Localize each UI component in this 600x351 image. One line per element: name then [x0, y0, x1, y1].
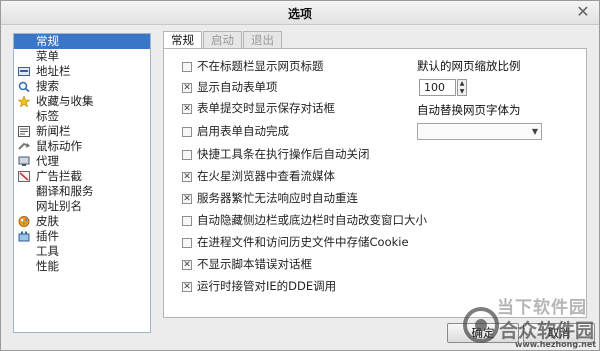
watermark: 当下软件园 合众软件园 www.hezhong.net [463, 293, 599, 351]
sidebar-item-plugins[interactable]: 插件 [14, 229, 150, 244]
sidebar-item-label: 标签 [36, 109, 59, 123]
checkbox[interactable]: ✕ [182, 194, 192, 204]
options-dialog: 选项 ✕ 常规 菜单 地址栏 搜索 收藏与收集 标签 新闻栏 鼠标动作 代理 广… [0, 0, 600, 351]
checkbox[interactable] [182, 62, 192, 72]
checkbox[interactable] [182, 216, 192, 226]
sidebar-item-label: 插件 [36, 229, 59, 243]
option-label: 运行时接管对IE的DDE调用 [197, 279, 337, 293]
sidebar-item-proxy[interactable]: 代理 [14, 154, 150, 169]
proxy-icon [18, 156, 30, 167]
checkbox[interactable]: ✕ [182, 172, 192, 182]
sidebar-item-label: 地址栏 [36, 64, 71, 78]
option-label: 不在标题栏显示网页标题 [197, 59, 324, 73]
option-hide-page-title[interactable]: 不在标题栏显示网页标题 [182, 59, 324, 74]
sidebar-item-label: 搜索 [36, 79, 59, 93]
category-list: 常规 菜单 地址栏 搜索 收藏与收集 标签 新闻栏 鼠标动作 代理 广告拦截 翻… [13, 33, 151, 333]
sidebar-item-label: 网址别名 [36, 199, 82, 213]
sidebar-item-addressbar[interactable]: 地址栏 [14, 64, 150, 79]
font-replace-label: 自动替换网页字体为 [417, 103, 521, 117]
checkbox[interactable] [182, 238, 192, 248]
option-label: 在火星浏览器中查看流媒体 [197, 169, 335, 183]
plugin-icon [18, 231, 30, 242]
checkbox[interactable] [182, 150, 192, 160]
sidebar-item-label: 常规 [36, 34, 59, 48]
sidebar-item-menu[interactable]: 菜单 [14, 49, 150, 64]
option-label: 显示自动表单项 [197, 80, 278, 94]
sidebar-item-mouse[interactable]: 鼠标动作 [14, 139, 150, 154]
sidebar-item-skin[interactable]: 皮肤 [14, 214, 150, 229]
sidebar-item-label: 鼠标动作 [36, 139, 82, 153]
sidebar-item-label: 收藏与收集 [36, 94, 94, 108]
option-label: 表单提交时显示保存对话框 [197, 101, 335, 115]
option-auto-resize-window[interactable]: 自动隐藏侧边栏或底边栏时自动改变窗口大小 [182, 213, 427, 228]
zoom-input[interactable]: 100 [419, 79, 456, 96]
sidebar-item-label: 新闻栏 [36, 124, 71, 138]
sidebar-item-tabs[interactable]: 标签 [14, 109, 150, 124]
sidebar-item-label: 工具 [36, 244, 59, 258]
option-store-cookie[interactable]: 在进程文件和访问历史文件中存储Cookie [182, 235, 409, 250]
sidebar-item-label: 性能 [36, 259, 59, 273]
sidebar-item-label: 广告拦截 [36, 169, 82, 183]
title-bar: 选项 ✕ [1, 1, 599, 25]
option-auto-reconnect[interactable]: ✕ 服务器繁忙无法响应时自动重连 [182, 191, 358, 206]
watermark-text: 合众软件园 [499, 320, 595, 342]
option-show-autoform[interactable]: ✕ 显示自动表单项 [182, 80, 278, 95]
option-label: 不显示脚本错误对话框 [197, 257, 312, 271]
close-icon[interactable]: ✕ [575, 4, 591, 20]
option-toolbar-autoclose[interactable]: 快捷工具条在执行操作后自动关闭 [182, 147, 370, 162]
option-label: 在进程文件和访问历史文件中存储Cookie [197, 235, 409, 249]
tab-exit[interactable]: 退出 [243, 31, 282, 48]
spin-down-icon[interactable]: ▼ [458, 88, 466, 95]
option-label: 快捷工具条在执行操作后自动关闭 [197, 147, 370, 161]
sidebar-item-label: 代理 [36, 154, 59, 168]
tab-general[interactable]: 常规 [163, 31, 202, 49]
dialog-title: 选项 [287, 7, 312, 21]
sidebar-item-performance[interactable]: 性能 [14, 259, 150, 274]
checkbox[interactable]: ✕ [182, 104, 192, 114]
option-save-dialog[interactable]: ✕ 表单提交时显示保存对话框 [182, 101, 335, 116]
sidebar-item-url-alias[interactable]: 网址别名 [14, 199, 150, 214]
option-autocomplete[interactable]: 启用表单自动完成 [182, 124, 289, 139]
news-icon [18, 126, 30, 137]
watermark-text: 当下软件园 [497, 298, 587, 318]
star-icon [18, 96, 30, 107]
sidebar-item-general[interactable]: 常规 [14, 34, 150, 49]
spin-up-icon[interactable]: ▲ [458, 80, 466, 87]
chevron-down-icon: ▼ [531, 127, 538, 136]
sidebar-item-tools[interactable]: 工具 [14, 244, 150, 259]
checkbox[interactable]: ✕ [182, 260, 192, 270]
sidebar-item-translate[interactable]: 翻译和服务 [14, 184, 150, 199]
tab-startup[interactable]: 启动 [203, 31, 242, 48]
checkbox[interactable]: ✕ [182, 83, 192, 93]
font-replace-select[interactable]: ▼ [417, 123, 542, 140]
option-streaming-media[interactable]: ✕ 在火星浏览器中查看流媒体 [182, 169, 335, 184]
sidebar-item-favorites[interactable]: 收藏与收集 [14, 94, 150, 109]
sidebar-item-search[interactable]: 搜索 [14, 79, 150, 94]
mouse-icon [18, 141, 30, 152]
option-label: 服务器繁忙无法响应时自动重连 [197, 191, 358, 205]
watermark-url: www.hezhong.net [515, 340, 597, 349]
skin-icon [18, 216, 30, 227]
search-icon [18, 81, 30, 92]
watermark-logo-icon [463, 307, 499, 343]
zoom-spinner[interactable]: ▲ ▼ [457, 79, 467, 96]
option-label: 启用表单自动完成 [197, 124, 289, 138]
general-panel: 不在标题栏显示网页标题 ✕ 显示自动表单项 ✕ 表单提交时显示保存对话框 启用表… [163, 48, 587, 318]
checkbox[interactable]: ✕ [182, 282, 192, 292]
sidebar-item-news[interactable]: 新闻栏 [14, 124, 150, 139]
option-hide-script-errors[interactable]: ✕ 不显示脚本错误对话框 [182, 257, 312, 272]
sidebar-item-label: 翻译和服务 [36, 184, 94, 198]
sidebar-item-adblock[interactable]: 广告拦截 [14, 169, 150, 184]
adblock-icon [18, 171, 30, 182]
option-label: 自动隐藏侧边栏或底边栏时自动改变窗口大小 [197, 213, 427, 227]
option-ie-dde[interactable]: ✕ 运行时接管对IE的DDE调用 [182, 279, 336, 294]
tab-strip: 常规 启动 退出 [163, 31, 283, 49]
sidebar-item-label: 皮肤 [36, 214, 59, 228]
checkbox[interactable] [182, 127, 192, 137]
zoom-label: 默认的网页缩放比例 [417, 59, 521, 73]
sidebar-item-label: 菜单 [36, 49, 59, 63]
addressbar-icon [18, 66, 30, 77]
